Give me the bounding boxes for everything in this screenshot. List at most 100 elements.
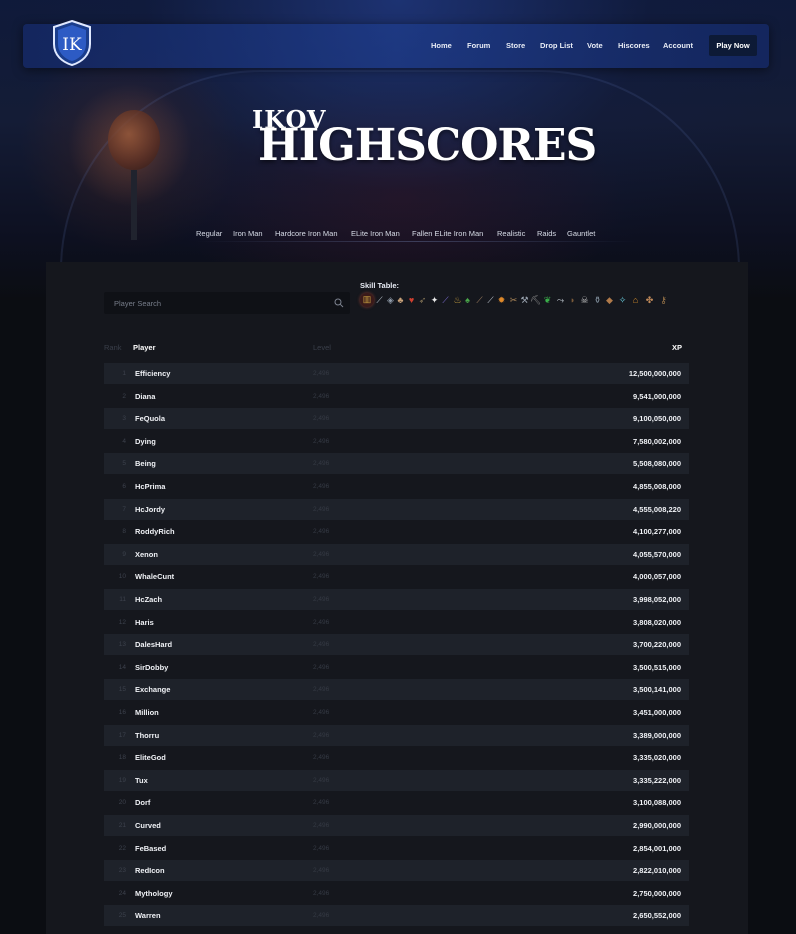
player-name[interactable]: Efficiency xyxy=(135,369,170,378)
rank-cell: 5 xyxy=(122,460,126,468)
level-cell: 2,496 xyxy=(313,415,330,423)
table-row[interactable]: 11 HcZach 2,496 3,998,052,000 xyxy=(104,589,689,610)
table-row[interactable]: 15 Exchange 2,496 3,500,141,000 xyxy=(104,679,689,701)
nav-hiscores[interactable]: Hiscores xyxy=(618,41,650,50)
player-name[interactable]: Xenon xyxy=(135,550,158,559)
table-row[interactable]: 9 Xenon 2,496 4,055,570,000 xyxy=(104,543,689,565)
crafting-icon[interactable]: ✂ xyxy=(508,294,519,307)
table-row[interactable]: 4 Dying 2,496 7,580,002,000 xyxy=(104,430,689,452)
hunter-icon[interactable]: ✧ xyxy=(617,294,628,307)
player-name[interactable]: FeQuola xyxy=(135,414,165,423)
table-row[interactable]: 23 RedIcon 2,496 2,822,010,000 xyxy=(104,860,689,882)
table-row[interactable]: 19 Tux 2,496 3,335,222,000 xyxy=(104,769,689,791)
tab-regular[interactable]: Regular xyxy=(196,229,222,238)
tab-fallen-elite-iron-man[interactable]: Fallen ELite Iron Man xyxy=(412,229,483,238)
table-row[interactable]: 21 Curved 2,496 2,990,000,000 xyxy=(104,815,689,836)
player-search-input[interactable] xyxy=(104,292,324,314)
firemaking-icon[interactable]: ✹ xyxy=(496,294,507,307)
table-row[interactable]: 3 FeQuola 2,496 9,100,050,000 xyxy=(104,408,689,430)
table-row[interactable]: 22 FeBased 2,496 2,854,001,000 xyxy=(104,837,689,859)
player-name[interactable]: DalesHard xyxy=(135,640,172,649)
nav-home[interactable]: Home xyxy=(431,41,452,50)
tab-elite-iron-man[interactable]: ELite Iron Man xyxy=(351,229,400,238)
player-name[interactable]: RoddyRich xyxy=(135,527,175,536)
fishing-icon[interactable]: ⟋ xyxy=(485,294,496,307)
player-name[interactable]: Exchange xyxy=(135,685,170,694)
dungeoneering-icon[interactable]: ⚷ xyxy=(658,294,669,307)
player-name[interactable]: HcZach xyxy=(135,595,162,604)
table-row[interactable]: 5 Being 2,496 5,508,080,000 xyxy=(104,453,689,475)
nav-account[interactable]: Account xyxy=(663,41,693,50)
herblore-icon[interactable]: ❦ xyxy=(542,294,553,307)
rank-cell: 23 xyxy=(118,867,126,875)
player-name[interactable]: HcJordy xyxy=(135,505,165,514)
summoning-icon[interactable]: ✤ xyxy=(644,294,655,307)
ranged-icon[interactable]: ➶ xyxy=(417,294,428,307)
nav-drop-list[interactable]: Drop List xyxy=(540,41,573,50)
nav-forum[interactable]: Forum xyxy=(467,41,490,50)
tab-hardcore-iron-man[interactable]: Hardcore Iron Man xyxy=(275,229,338,238)
player-name[interactable]: EliteGod xyxy=(135,753,166,762)
magic-icon[interactable]: ⟋ xyxy=(440,294,451,307)
player-name[interactable]: FeBased xyxy=(135,844,166,853)
player-name[interactable]: Million xyxy=(135,708,159,717)
player-name[interactable]: Warren xyxy=(135,911,161,920)
tab-gauntlet[interactable]: Gauntlet xyxy=(567,229,595,238)
xp-cell: 9,541,000,000 xyxy=(633,391,681,401)
player-name[interactable]: Haris xyxy=(135,618,154,627)
mining-icon[interactable]: ⛏ xyxy=(530,294,541,307)
table-row[interactable]: 24 Mythology 2,496 2,750,000,000 xyxy=(104,882,689,904)
table-row[interactable]: 6 HcPrima 2,496 4,855,008,000 xyxy=(104,476,689,497)
slayer-icon[interactable]: ☠ xyxy=(579,294,590,307)
table-row[interactable]: 13 DalesHard 2,496 3,700,220,000 xyxy=(104,634,689,656)
player-name[interactable]: Thorru xyxy=(135,731,159,740)
fletching-icon[interactable]: ⟋ xyxy=(474,294,485,307)
attack-icon[interactable]: ⟋ xyxy=(374,294,385,307)
table-row[interactable]: 10 WhaleCunt 2,496 4,000,057,000 xyxy=(104,566,689,588)
table-row[interactable]: 12 Haris 2,496 3,808,020,000 xyxy=(104,611,689,633)
level-cell: 2,496 xyxy=(313,505,330,513)
player-name[interactable]: Dorf xyxy=(135,798,150,807)
strength-icon[interactable]: ♣ xyxy=(395,294,406,307)
table-row[interactable]: 20 Dorf 2,496 3,100,088,000 xyxy=(104,792,689,814)
xp-cell: 3,335,020,000 xyxy=(633,753,681,763)
runecraft-icon[interactable]: ◆ xyxy=(604,294,615,307)
prayer-icon[interactable]: ✦ xyxy=(429,294,440,307)
nav-store[interactable]: Store xyxy=(506,41,525,50)
construction-icon[interactable]: ⌂ xyxy=(630,294,641,307)
player-name[interactable]: Dying xyxy=(135,437,156,446)
rank-cell: 18 xyxy=(118,754,126,762)
farming-icon[interactable]: ⚱ xyxy=(592,294,603,307)
table-row[interactable]: 2 Diana 2,496 9,541,000,000 xyxy=(104,385,689,407)
tab-raids[interactable]: Raids xyxy=(537,229,556,238)
table-row[interactable]: 1 Efficiency 2,496 12,500,000,000 xyxy=(104,363,689,384)
player-name[interactable]: Mythology xyxy=(135,889,173,898)
player-name[interactable]: SirDobby xyxy=(135,663,168,672)
player-name[interactable]: WhaleCunt xyxy=(135,572,174,581)
smithing-icon[interactable]: ⚒ xyxy=(519,294,530,307)
agility-icon[interactable]: ⤳ xyxy=(555,294,566,307)
thieving-icon[interactable]: ◗ xyxy=(567,294,578,307)
player-name[interactable]: Tux xyxy=(135,776,148,785)
table-row[interactable]: 7 HcJordy 2,496 4,555,008,220 xyxy=(104,498,689,520)
woodcutting-icon[interactable]: ♠ xyxy=(462,294,473,307)
tab-iron-man[interactable]: Iron Man xyxy=(233,229,263,238)
hitpoints-icon[interactable]: ♥ xyxy=(406,294,417,307)
tab-realistic[interactable]: Realistic xyxy=(497,229,525,238)
table-row[interactable]: 18 EliteGod 2,496 3,335,020,000 xyxy=(104,747,689,769)
table-row[interactable]: 14 SirDobby 2,496 3,500,515,000 xyxy=(104,656,689,678)
player-name[interactable]: Diana xyxy=(135,392,155,401)
table-row[interactable]: 16 Million 2,496 3,451,000,000 xyxy=(104,702,689,723)
player-name[interactable]: RedIcon xyxy=(135,866,165,875)
player-name[interactable]: Curved xyxy=(135,821,161,830)
nav-vote[interactable]: Vote xyxy=(587,41,603,50)
table-row[interactable]: 8 RoddyRich 2,496 4,100,277,000 xyxy=(104,521,689,543)
overall-icon[interactable]: ▥ xyxy=(360,293,374,307)
table-row[interactable]: 17 Thorru 2,496 3,389,000,000 xyxy=(104,724,689,746)
play-now-button[interactable]: Play Now xyxy=(709,35,757,56)
player-name[interactable]: Being xyxy=(135,459,156,468)
table-row[interactable]: 25 Warren 2,496 2,650,552,000 xyxy=(104,905,689,927)
xp-header: XP xyxy=(672,343,683,352)
search-icon[interactable] xyxy=(334,298,344,308)
player-name[interactable]: HcPrima xyxy=(135,482,165,491)
